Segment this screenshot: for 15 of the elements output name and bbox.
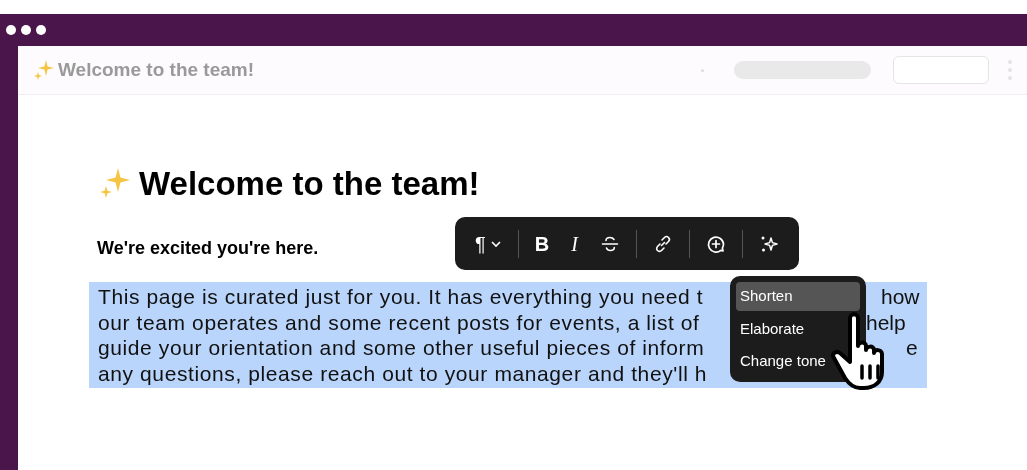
menu-item[interactable]: Shorten: [736, 282, 860, 311]
paragraph-text: any questions, please reach out to your manager and they'll h: [98, 360, 709, 386]
paragraph-text: our team operates and some recent posts for events, a list of: [98, 309, 701, 335]
page-subtitle: We're excited you're here.: [97, 237, 319, 260]
paragraph-text: help: [866, 309, 906, 335]
italic-button[interactable]: I: [563, 227, 586, 260]
page-heading: Welcome to the team!: [139, 166, 480, 200]
paragraph-style-button[interactable]: ¶: [467, 227, 510, 260]
paragraph-text: e: [906, 335, 918, 361]
paragraph-text: This page is curated just for you. It has everything you need t: [98, 284, 705, 310]
bold-button[interactable]: B: [526, 227, 558, 260]
window-title: Welcome to the team!: [58, 57, 255, 82]
paragraph-text: how: [881, 284, 920, 310]
add-comment-icon: [705, 233, 726, 254]
paragraph-text: guide your orientation and some other useful pieces of inform: [98, 335, 706, 361]
